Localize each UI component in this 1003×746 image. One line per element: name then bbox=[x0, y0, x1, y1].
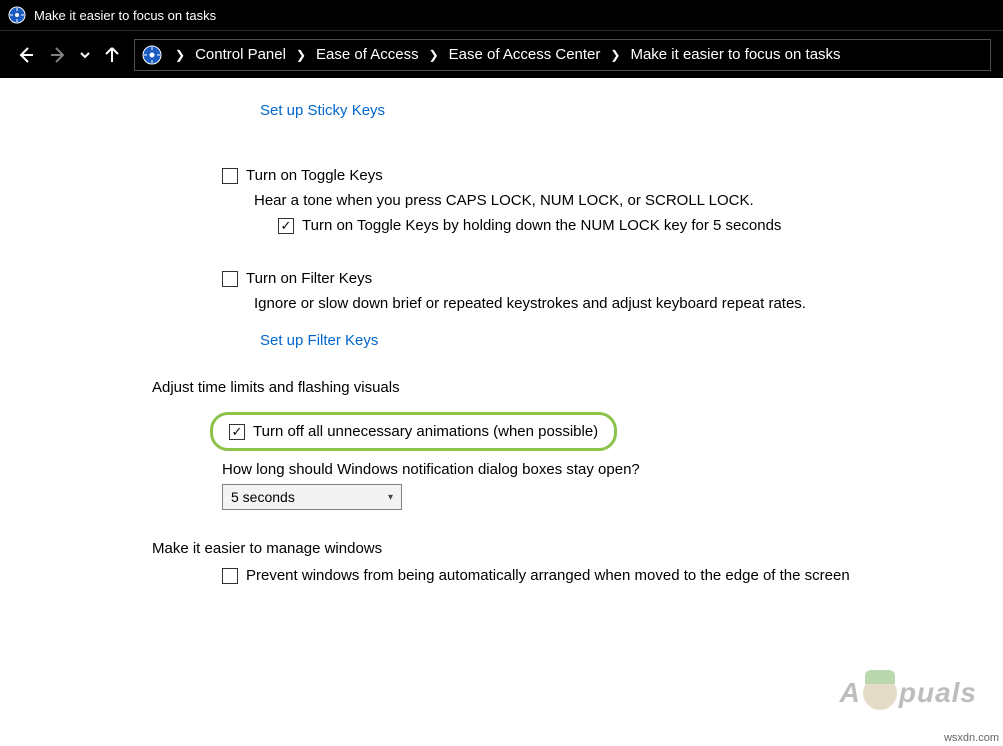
desc-toggle-keys: Hear a tone when you press CAPS LOCK, NU… bbox=[254, 192, 754, 209]
dropdown-value: 5 seconds bbox=[231, 489, 295, 505]
breadcrumb[interactable]: ❯ Control Panel ❯ Ease of Access ❯ Ease … bbox=[134, 39, 991, 71]
breadcrumb-control-panel[interactable]: Control Panel bbox=[191, 46, 290, 63]
chevron-right-icon[interactable]: ❯ bbox=[423, 48, 445, 62]
source-attribution: wsxdn.com bbox=[944, 732, 999, 744]
highlight-turn-off-animations: Turn off all unnecessary animations (whe… bbox=[210, 412, 617, 451]
watermark-logo: A puals bbox=[840, 676, 977, 710]
link-set-up-sticky-keys[interactable]: Set up Sticky Keys bbox=[260, 102, 385, 119]
chevron-down-icon: ▾ bbox=[388, 492, 393, 503]
watermark-text-right: puals bbox=[899, 677, 977, 709]
ease-of-access-icon bbox=[141, 44, 163, 66]
checkbox-toggle-keys-numlock[interactable] bbox=[278, 218, 294, 234]
checkbox-prevent-auto-arrange[interactable] bbox=[222, 568, 238, 584]
heading-time-limits: Adjust time limits and flashing visuals bbox=[0, 379, 1003, 396]
navigation-bar: ❯ Control Panel ❯ Ease of Access ❯ Ease … bbox=[0, 30, 1003, 78]
forward-button[interactable] bbox=[44, 41, 72, 69]
chevron-right-icon[interactable]: ❯ bbox=[604, 48, 626, 62]
up-button[interactable] bbox=[98, 41, 126, 69]
watermark-text-left: A bbox=[840, 677, 861, 709]
label-prevent-auto-arrange: Prevent windows from being automatically… bbox=[246, 567, 850, 584]
label-filter-keys: Turn on Filter Keys bbox=[246, 270, 372, 287]
checkbox-filter-keys[interactable] bbox=[222, 271, 238, 287]
watermark-mascot-icon bbox=[863, 676, 897, 710]
main-content: Set up Sticky Keys Turn on Toggle Keys H… bbox=[0, 78, 1003, 584]
control-panel-icon bbox=[8, 6, 26, 24]
label-turn-off-animations: Turn off all unnecessary animations (whe… bbox=[253, 423, 598, 440]
back-button[interactable] bbox=[12, 41, 40, 69]
chevron-right-icon[interactable]: ❯ bbox=[169, 48, 191, 62]
window-title: Make it easier to focus on tasks bbox=[34, 8, 216, 23]
recent-locations-button[interactable] bbox=[76, 41, 94, 69]
checkbox-toggle-keys[interactable] bbox=[222, 168, 238, 184]
title-bar: Make it easier to focus on tasks bbox=[0, 0, 1003, 30]
nav-arrows-group bbox=[12, 41, 126, 69]
dropdown-notification-duration[interactable]: 5 seconds ▾ bbox=[222, 484, 402, 510]
label-notification-duration: How long should Windows notification dia… bbox=[222, 461, 640, 478]
checkbox-turn-off-animations[interactable] bbox=[229, 424, 245, 440]
heading-manage-windows: Make it easier to manage windows bbox=[0, 540, 1003, 557]
breadcrumb-ease-of-access-center[interactable]: Ease of Access Center bbox=[445, 46, 605, 63]
breadcrumb-ease-of-access[interactable]: Ease of Access bbox=[312, 46, 423, 63]
link-set-up-filter-keys[interactable]: Set up Filter Keys bbox=[260, 332, 378, 349]
desc-filter-keys: Ignore or slow down brief or repeated ke… bbox=[254, 295, 806, 312]
breadcrumb-current[interactable]: Make it easier to focus on tasks bbox=[626, 46, 844, 63]
label-toggle-keys-numlock: Turn on Toggle Keys by holding down the … bbox=[302, 217, 781, 234]
label-toggle-keys: Turn on Toggle Keys bbox=[246, 167, 383, 184]
chevron-right-icon[interactable]: ❯ bbox=[290, 48, 312, 62]
